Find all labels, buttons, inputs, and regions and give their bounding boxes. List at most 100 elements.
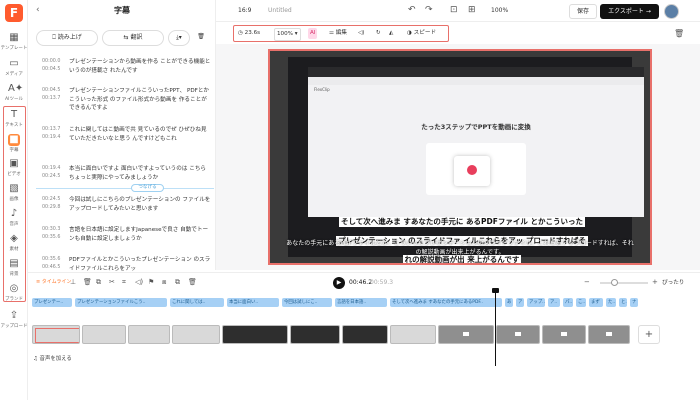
subtitle-text[interactable]: プレゼンテーションファイルこういったPPT、 PDFとかこういった形式 のファイ… (69, 87, 211, 113)
ai-button[interactable]: AI (308, 28, 318, 39)
subtitle-chip[interactable]: これに関しては.. (170, 298, 224, 307)
caption-secondary[interactable]: あなたの手元にあるPDFファイルとか、こういったプレゼンテーションのスライドファ… (284, 239, 636, 257)
duplicate-icon[interactable]: ⧉ (175, 278, 180, 287)
subtitle-text[interactable]: 言語を日本語に設定しますJapaneseで良さ 自動でトーンも自動に設定しましょ… (69, 226, 211, 243)
subtitle-panel: ‹ 字幕 ⎕ 読み上げ ⇆ 翻訳 ⤓▾ 🗑 00:00.0 00:04.5 プレ… (28, 0, 216, 273)
rotate-icon[interactable]: ↻ (376, 28, 381, 39)
flip-icon[interactable]: ◭ (389, 28, 393, 39)
volume-clip-icon[interactable]: ◁) (135, 278, 143, 286)
zoom-select[interactable]: 100% (491, 7, 508, 14)
subtitle-chip[interactable]: まず (589, 298, 603, 307)
subtitle-chip[interactable]: 今回は試しにこ.. (282, 298, 332, 307)
subtitle-chip[interactable]: パ.. (563, 298, 573, 307)
layers-icon[interactable]: ⧈ (162, 278, 166, 287)
zoom-in-icon[interactable]: + (652, 278, 658, 286)
video-clip[interactable] (222, 325, 288, 344)
copy-icon[interactable]: ⧉ (96, 278, 101, 287)
rail-item-ai[interactable]: A✦ AIツール (0, 83, 28, 102)
subtitle-chip[interactable]: プレゼンテー.. (32, 298, 72, 307)
redo-icon[interactable]: ↷ (425, 5, 433, 15)
video-clip[interactable] (82, 325, 126, 344)
edit-button[interactable]: ⚌ 編集 (329, 28, 347, 39)
volume-icon[interactable]: ◁) (358, 28, 364, 39)
subtitle-text[interactable]: PDFファイルとかこういったプレゼンテーション のスライドファイルこれらをアッ (69, 256, 211, 273)
subtitle-chip[interactable]: 本当に面白い.. (227, 298, 279, 307)
subtitle-chip[interactable]: ア.. (548, 298, 560, 307)
translate-button[interactable]: ⇆ 翻訳 (102, 30, 164, 46)
zoom-out-icon[interactable]: − (584, 278, 590, 286)
zoom-slider-handle[interactable] (611, 279, 618, 286)
subtitle-text[interactable]: 今回は試しにこちらのプレゼンテーションの ファイルをアップロードしてみたいと思い… (69, 196, 211, 213)
video-clip[interactable] (128, 325, 170, 344)
subtitle-text[interactable]: プレゼンテーションから動画を作る ことができる機能というのが搭載さ れたんです (69, 58, 211, 75)
download-button[interactable]: ⤓▾ (168, 30, 190, 46)
rail-item-template[interactable]: ▦ テンプレート (0, 32, 28, 51)
subtitle-chip[interactable]: そして次へ進みま すあなたの手元にあるPDF.. (390, 298, 502, 307)
rail-item-background[interactable]: ▤ 背景 (0, 258, 28, 277)
save-button[interactable]: 保存 (569, 4, 597, 19)
playhead[interactable] (495, 290, 496, 366)
add-clip-button[interactable]: + (638, 325, 660, 344)
video-clip[interactable] (290, 325, 340, 344)
rail-item-elements[interactable]: ◈ 素材 (0, 233, 28, 252)
merge-button[interactable]: つなげる (131, 184, 164, 192)
cut-icon[interactable]: ✂ (109, 278, 115, 286)
duration-control[interactable]: ◷ 23.6s (238, 28, 260, 39)
timeline-label: タイムライン (41, 279, 72, 285)
rail-item-subtitle[interactable]: ■ 字幕 (0, 134, 28, 153)
video-clip[interactable] (438, 325, 494, 344)
speed-button[interactable]: ◑ スピード (407, 28, 436, 39)
marker-icon[interactable]: ⚑ (148, 278, 154, 286)
rail-item-video[interactable]: ▣ ビデオ (0, 158, 28, 177)
zoom-slider[interactable] (600, 282, 648, 284)
rail-item-image[interactable]: ▧ 画像 (0, 183, 28, 202)
subtitle-chip[interactable]: アップ.. (527, 298, 545, 307)
undo-icon[interactable]: ↶ (408, 5, 416, 15)
video-clip[interactable] (32, 325, 80, 344)
crop-icon[interactable]: ⌗ (122, 278, 126, 287)
subtitle-chip[interactable]: 言語を日本語.. (335, 298, 387, 307)
timeline-toggle[interactable]: ≡ タイムライン (36, 278, 71, 285)
panel-header: ‹ 字幕 (28, 0, 215, 22)
subtitle-chip[interactable]: ナ (630, 298, 638, 307)
split-icon[interactable]: ⊥ (70, 278, 76, 286)
project-title[interactable]: Untitled (268, 7, 292, 14)
subtitle-chip[interactable]: プレゼンテーションファイルこう.. (75, 298, 167, 307)
export-button[interactable]: エクスポート → (600, 4, 659, 19)
rail-item-text[interactable]: T テキスト (0, 109, 28, 128)
app-logo[interactable]: F (5, 4, 23, 22)
grid-icon[interactable]: ⊞ (468, 5, 476, 15)
rail-item-upload[interactable]: ⇪ アップロード (0, 310, 28, 329)
fit-button[interactable]: ぴったり (662, 278, 684, 286)
rail-item-audio[interactable]: ♪ 音声 (0, 208, 28, 227)
video-preview[interactable]: FlexClip たった3ステップでPPTを動画に変換 そして次へ進みま すあな… (268, 49, 652, 265)
add-audio-button[interactable]: ♫ 音声を加える (33, 354, 72, 362)
video-clip[interactable] (342, 325, 388, 344)
avatar[interactable] (664, 4, 679, 19)
delete-all-button[interactable]: 🗑 (194, 30, 208, 46)
video-clip[interactable] (390, 325, 436, 344)
video-clip[interactable] (172, 325, 220, 344)
subtitle-chip[interactable]: こ.. (576, 298, 586, 307)
screenshot-icon[interactable]: ⊡ (450, 5, 458, 15)
video-clip[interactable] (496, 325, 540, 344)
rail-item-media[interactable]: ▭ メディア (0, 58, 28, 77)
video-clip[interactable] (542, 325, 586, 344)
aspect-ratio-select[interactable]: 16:9 (238, 7, 251, 14)
subtitle-chip[interactable]: ア (516, 298, 524, 307)
rail-item-brand[interactable]: ◎ ブランド (0, 283, 28, 302)
read-aloud-button[interactable]: ⎕ 読み上げ (36, 30, 98, 46)
trash-icon[interactable]: 🗑 (188, 278, 197, 286)
subtitle-chip[interactable]: た.. (606, 298, 616, 307)
scale-select[interactable]: 100% ▾ (274, 28, 301, 41)
subtitle-text[interactable]: 本当に面白いですよ 面白いですよっていうのは こちらちょっと実際にやってみましょ… (69, 165, 211, 182)
delete-element-icon[interactable]: 🗑 (674, 29, 684, 38)
delete-clip-icon[interactable]: 🗑 (83, 278, 92, 286)
play-button[interactable]: ▶ (333, 277, 345, 289)
caption-line: そして次へ進みま すあなたの手元に あるPDFファイル とかこういった (339, 217, 585, 227)
sliders-icon: ⚌ (329, 30, 336, 36)
video-clip[interactable] (588, 325, 630, 344)
subtitle-chip[interactable]: と.. (619, 298, 627, 307)
subtitle-text[interactable]: これに関してはこ動画で共 見ているのでぜ ひぜひね見ていただきたいなと思う んで… (69, 126, 211, 143)
subtitle-chip[interactable]: あ (505, 298, 513, 307)
